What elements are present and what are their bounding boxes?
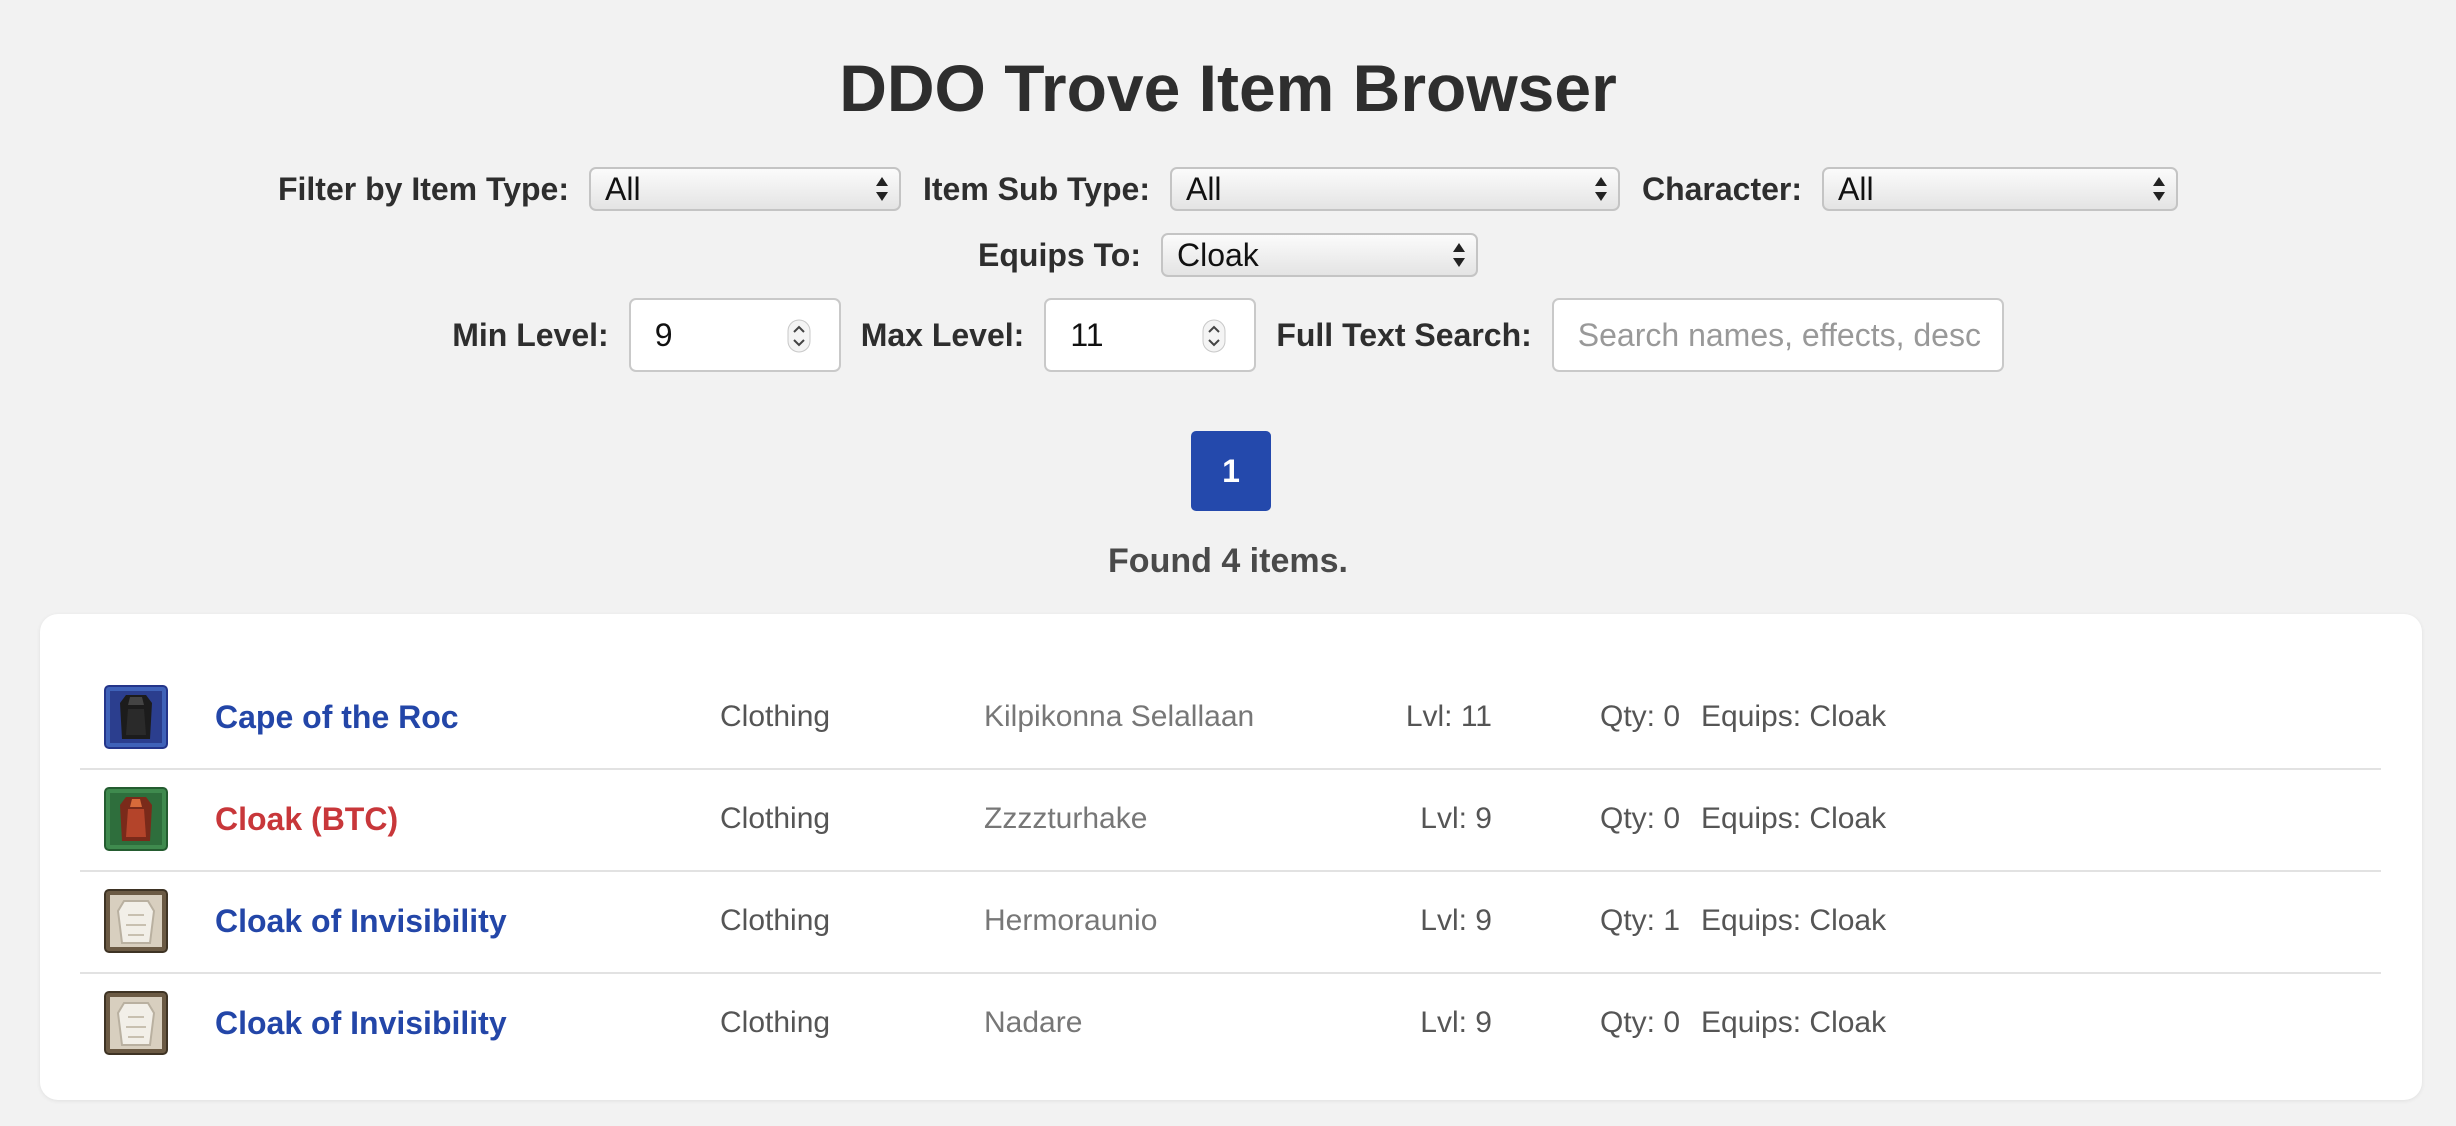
min-level-value: 9 [654,317,673,353]
item-quantity: Qty: 0 [1600,1006,1681,1039]
item-level: Lvl: 9 [1420,1006,1492,1039]
item-level: Lvl: 9 [1420,904,1492,937]
search-placeholder: Search names, effects, desc [1577,317,1981,353]
item-type: Clothing [720,1006,831,1039]
character-select[interactable]: All [1822,167,2179,211]
item-quantity: Qty: 0 [1600,802,1681,835]
item-type-select[interactable]: All [588,167,901,211]
equips-to-select[interactable]: Cloak [1160,233,1478,277]
character-label: Character: [1641,170,1803,207]
filter-row-type: Filter by Item Type: All Item Sub Type: … [0,165,2456,213]
cloak-btc-icon [104,787,168,851]
max-level-input[interactable]: 11 [1044,298,1257,372]
item-quantity: Qty: 1 [1600,904,1681,937]
item-type: Clothing [720,904,831,937]
filter-row-levels: Min Level: 9 Max Level: 11 Full Text Sea… [0,298,2456,372]
item-row[interactable]: Cape of the Roc Clothing Kilpikonna Sela… [80,666,2381,770]
results-panel: Cape of the Roc Clothing Kilpikonna Sela… [40,614,2422,1100]
spinner-icon[interactable] [787,319,811,353]
item-name-link[interactable]: Cloak of Invisibility [215,870,507,972]
item-name-link[interactable]: Cloak (BTC) [215,768,398,870]
cloak-roc-icon [104,685,168,749]
page-button-1[interactable]: 1 [1191,431,1271,511]
cloak-invisibility-icon [104,889,168,953]
item-character: Kilpikonna Selallaan [984,700,1255,733]
full-text-search-input[interactable]: Search names, effects, desc [1551,298,2004,372]
item-row[interactable]: Cloak of Invisibility Clothing Nadare Lv… [80,972,2381,1074]
item-name-link[interactable]: Cloak of Invisibility [215,972,507,1074]
select-arrows-icon [1594,177,1607,201]
item-type: Clothing [720,700,831,733]
sub-type-select[interactable]: All [1169,167,1620,211]
select-arrows-icon [875,177,888,201]
item-equips: Equips: Cloak [1701,904,1887,937]
item-row[interactable]: Cloak of Invisibility Clothing Hermoraun… [80,870,2381,974]
results-summary: Found 4 items. [1108,542,1348,580]
item-character: Hermoraunio [984,904,1158,937]
item-row[interactable]: Cloak (BTC) Clothing Zzzzturhake Lvl: 9 … [80,768,2381,872]
equips-to-value: Cloak [1176,237,1259,273]
item-equips: Equips: Cloak [1701,802,1887,835]
cloak-invisibility-icon [104,991,168,1055]
max-level-label: Max Level: [860,316,1025,353]
item-character: Nadare [984,1006,1083,1039]
select-arrows-icon [1452,243,1465,267]
max-level-value: 11 [1070,317,1104,353]
search-label: Full Text Search: [1276,316,1532,353]
item-level: Lvl: 9 [1420,802,1492,835]
item-character: Zzzzturhake [984,802,1148,835]
select-arrows-icon [2153,177,2166,201]
item-equips: Equips: Cloak [1701,1006,1887,1039]
sub-type-value: All [1185,171,1222,207]
page-title: DDO Trove Item Browser [839,51,1617,125]
item-type: Clothing [720,802,831,835]
min-level-label: Min Level: [452,316,609,353]
filter-row-equips: Equips To: Cloak [0,231,2456,279]
item-quantity: Qty: 0 [1600,700,1681,733]
item-equips: Equips: Cloak [1701,700,1887,733]
spinner-icon[interactable] [1202,319,1226,353]
item-type-value: All [604,171,641,207]
character-value: All [1838,171,1874,207]
item-name-link[interactable]: Cape of the Roc [215,666,459,768]
sub-type-label: Item Sub Type: [922,170,1150,207]
min-level-input[interactable]: 9 [628,298,841,372]
item-level: Lvl: 11 [1405,700,1492,733]
item-type-label: Filter by Item Type: [277,170,569,207]
equips-to-label: Equips To: [978,236,1141,273]
